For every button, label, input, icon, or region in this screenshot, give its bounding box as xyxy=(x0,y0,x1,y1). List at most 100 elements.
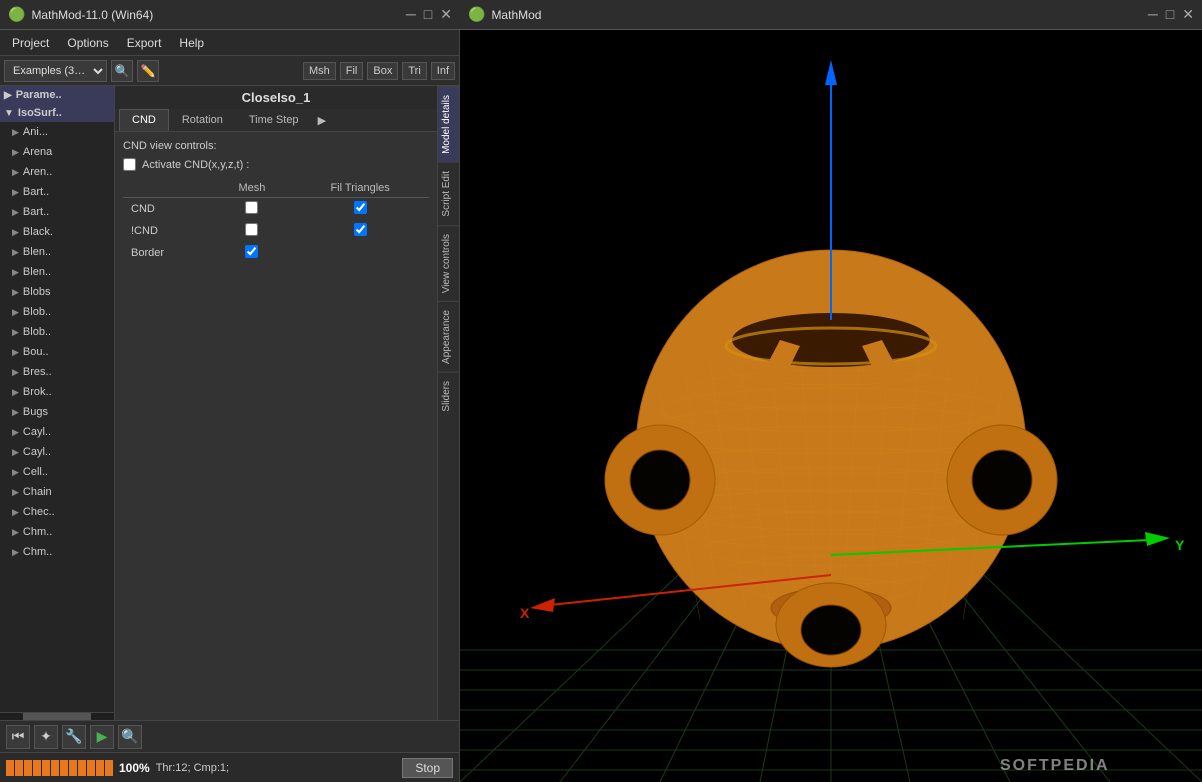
side-tab-script[interactable]: Script Edit xyxy=(438,162,459,225)
restore-btn-right[interactable]: □ xyxy=(1166,6,1174,23)
list-item-blobs[interactable]: ▶Blobs xyxy=(0,282,114,302)
cnd-fil-checkbox[interactable] xyxy=(354,201,367,214)
tab-rotation[interactable]: Rotation xyxy=(169,109,236,131)
border-mesh-cell xyxy=(213,242,292,264)
svg-text:X: X xyxy=(520,605,530,621)
menu-help[interactable]: Help xyxy=(171,34,212,52)
list-item-bugs[interactable]: ▶Bugs xyxy=(0,402,114,422)
list-item-bres[interactable]: ▶Bres.. xyxy=(0,362,114,382)
svg-text:Y: Y xyxy=(1175,537,1185,553)
app-icon-left: 🟢 xyxy=(8,6,25,23)
menu-options[interactable]: Options xyxy=(59,34,116,52)
list-item-cell[interactable]: ▶Cell.. xyxy=(0,462,114,482)
app-title-right: MathMod xyxy=(491,8,1141,22)
btn-star[interactable]: ✦ xyxy=(34,725,58,749)
list-item-arena[interactable]: ▶Arena xyxy=(0,142,114,162)
icnd-mesh-cell xyxy=(213,220,292,242)
content-area: ▶ Parame.. ▼ IsoSurf.. ▶Ani... ▶Arena ▶A… xyxy=(0,86,459,720)
list-panel: ▶ Parame.. ▼ IsoSurf.. ▶Ani... ▶Arena ▶A… xyxy=(0,86,115,720)
list-item-chm1[interactable]: ▶Chm.. xyxy=(0,522,114,542)
list-group-parame: ▶ Parame.. xyxy=(0,86,114,104)
app-title-left: MathMod-11.0 (Win64) xyxy=(31,8,399,22)
search-icon-btn[interactable]: 🔍 xyxy=(111,60,133,82)
viewport-3d[interactable]: X Y SOFTPEDIA xyxy=(460,30,1202,782)
progress-info: Thr:12; Cmp:1; xyxy=(156,762,229,774)
progress-blocks xyxy=(6,760,113,776)
btn-play[interactable]: ▶ xyxy=(90,725,114,749)
list-item-brok[interactable]: ▶Brok.. xyxy=(0,382,114,402)
cnd-mesh-checkbox[interactable] xyxy=(245,201,258,214)
tag-inf[interactable]: Inf xyxy=(431,62,455,80)
list-scroll[interactable]: ▶ Parame.. ▼ IsoSurf.. ▶Ani... ▶Arena ▶A… xyxy=(0,86,114,712)
bottom-toolbar: ⏮ ✦ 🔧 ▶ 🔍 xyxy=(0,720,459,752)
window-controls-right: ─ □ ✕ xyxy=(1148,6,1194,23)
list-item-chm2[interactable]: ▶Chm.. xyxy=(0,542,114,562)
status-bar: 100% Thr:12; Cmp:1; Stop xyxy=(0,752,459,782)
list-item-cayl1[interactable]: ▶Cayl.. xyxy=(0,422,114,442)
list-item-aren[interactable]: ▶Aren.. xyxy=(0,162,114,182)
list-hscrollbar[interactable] xyxy=(0,712,114,720)
side-tab-view[interactable]: View controls xyxy=(438,225,459,301)
list-item-cayl2[interactable]: ▶Cayl.. xyxy=(0,442,114,462)
icnd-fil-checkbox[interactable] xyxy=(354,223,367,236)
minimize-btn-left[interactable]: ─ xyxy=(406,6,416,23)
list-group-header-parame[interactable]: ▶ Parame.. xyxy=(0,86,114,104)
close-btn-right[interactable]: ✕ xyxy=(1182,6,1194,23)
col-fil-tri: Fil Triangles xyxy=(291,179,429,198)
tag-fil[interactable]: Fil xyxy=(340,62,364,80)
cnd-fil-cell xyxy=(291,198,429,221)
parame-arrow: ▶ xyxy=(4,90,12,101)
parame-label: Parame.. xyxy=(16,89,62,101)
list-item-bart1[interactable]: ▶Bart.. xyxy=(0,182,114,202)
isosurf-label: IsoSurf.. xyxy=(18,107,62,119)
activate-cnd-label: Activate CND(x,y,z,t) : xyxy=(142,159,249,171)
col-empty xyxy=(123,179,213,198)
titlebar-left: 🟢 MathMod-11.0 (Win64) ─ □ ✕ xyxy=(0,0,460,30)
list-item-blob2[interactable]: ▶Blob.. xyxy=(0,322,114,342)
watermark: SOFTPEDIA xyxy=(1000,757,1110,774)
btn-settings[interactable]: 🔧 xyxy=(62,725,86,749)
side-tab-sliders[interactable]: Sliders xyxy=(438,372,459,420)
list-item-black[interactable]: ▶Black. xyxy=(0,222,114,242)
toolbar: Examples (3… 🔍 ✏️ Msh Fil Box Tri Inf xyxy=(0,56,459,86)
tag-box[interactable]: Box xyxy=(367,62,398,80)
cnd-view-controls-label: CND view controls: xyxy=(123,140,429,152)
border-mesh-checkbox[interactable] xyxy=(245,245,258,258)
menu-export[interactable]: Export xyxy=(119,34,170,52)
side-tab-model[interactable]: Model details xyxy=(438,86,459,162)
cnd-table: Mesh Fil Triangles CND !CND xyxy=(123,179,429,264)
list-item-bart2[interactable]: ▶Bart.. xyxy=(0,202,114,222)
list-item-chain[interactable]: ▶Chain xyxy=(0,482,114,502)
menubar: Project Options Export Help xyxy=(0,30,459,56)
edit-icon-btn[interactable]: ✏️ xyxy=(137,60,159,82)
activate-cnd-row: Activate CND(x,y,z,t) : xyxy=(123,158,429,171)
activate-cnd-checkbox[interactable] xyxy=(123,158,136,171)
tab-cnd[interactable]: CND xyxy=(119,109,169,131)
btn-search[interactable]: 🔍 xyxy=(118,725,142,749)
examples-dropdown[interactable]: Examples (3… xyxy=(4,60,107,82)
minimize-btn-right[interactable]: ─ xyxy=(1148,6,1158,23)
close-btn-left[interactable]: ✕ xyxy=(440,6,452,23)
cnd-row-label: CND xyxy=(123,198,213,221)
list-group-header-isosurf[interactable]: ▼ IsoSurf.. xyxy=(0,104,114,122)
list-item-chec[interactable]: ▶Chec.. xyxy=(0,502,114,522)
restore-btn-left[interactable]: □ xyxy=(424,6,432,23)
list-item-blen2[interactable]: ▶Blen.. xyxy=(0,262,114,282)
left-panel: Project Options Export Help Examples (3…… xyxy=(0,30,460,782)
cnd-mesh-cell xyxy=(213,198,292,221)
list-item-ani[interactable]: ▶Ani... xyxy=(0,122,114,142)
tag-tri[interactable]: Tri xyxy=(402,62,426,80)
btn-reset[interactable]: ⏮ xyxy=(6,725,30,749)
side-tab-appearance[interactable]: Appearance xyxy=(438,301,459,372)
tab-arrow[interactable]: ▶ xyxy=(312,110,332,131)
titlebar-container: 🟢 MathMod-11.0 (Win64) ─ □ ✕ 🟢 MathMod ─… xyxy=(0,0,1202,30)
list-item-blen1[interactable]: ▶Blen.. xyxy=(0,242,114,262)
list-item-bou[interactable]: ▶Bou.. xyxy=(0,342,114,362)
tab-timestep[interactable]: Time Step xyxy=(236,109,312,131)
tag-msh[interactable]: Msh xyxy=(303,62,336,80)
icnd-mesh-checkbox[interactable] xyxy=(245,223,258,236)
stop-button[interactable]: Stop xyxy=(402,758,453,778)
menu-project[interactable]: Project xyxy=(4,34,57,52)
list-item-blob1[interactable]: ▶Blob.. xyxy=(0,302,114,322)
col-mesh: Mesh xyxy=(213,179,292,198)
